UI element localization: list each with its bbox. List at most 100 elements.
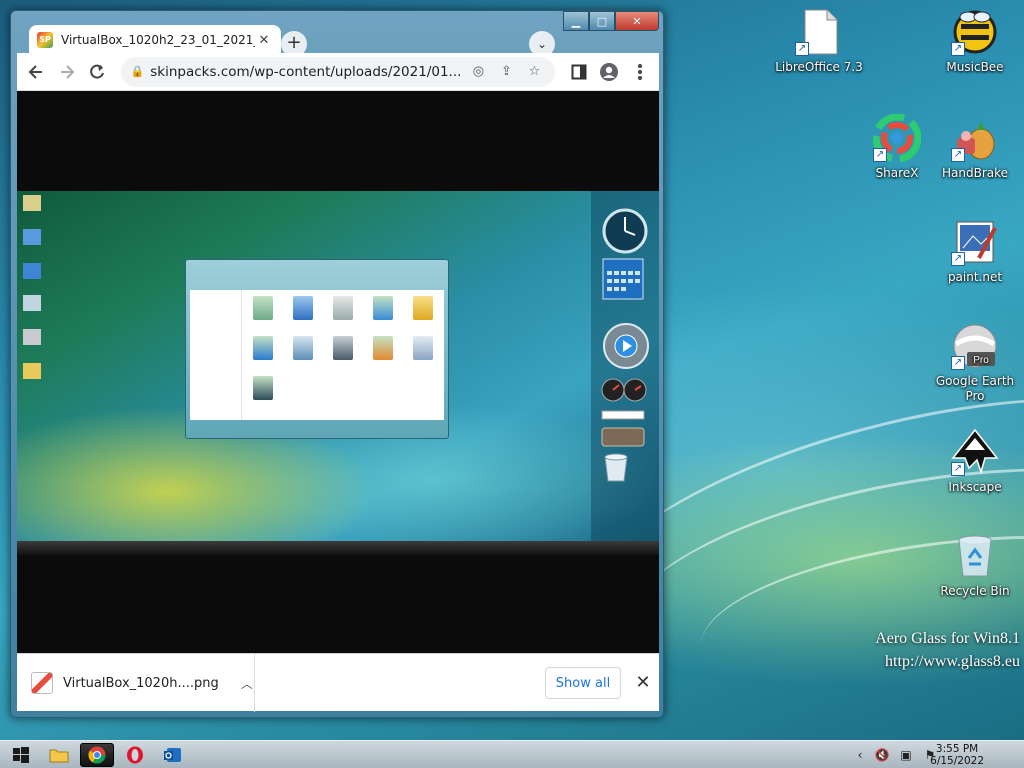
profile-button[interactable] [596, 57, 623, 87]
desktop-icon-paintnet[interactable]: ↗ paint.net [930, 218, 1020, 285]
skinpacks-favicon-icon: SP [37, 32, 53, 48]
recycle-bin-icon [951, 532, 999, 580]
reload-icon [90, 64, 105, 79]
google-earth-icon: Pro ↗ [951, 322, 999, 370]
taskbar-clock[interactable]: 3:55 PM 6/15/2022 [930, 743, 984, 767]
tab-strip: SP VirtualBox_1020h2_23_01_2021_1 ✕ + ⌄ [17, 19, 657, 57]
screenshot-recycle-bin-icon [604, 453, 628, 482]
shortcut-arrow-icon: ↗ [951, 148, 965, 162]
desktop-icon-label: paint.net [947, 270, 1003, 284]
download-file-name: VirtualBox_1020h....png [63, 675, 219, 691]
screenshot-folder-icon [248, 336, 278, 362]
sharex-icon: ↗ [872, 113, 922, 163]
musicbee-icon: ↗ [951, 8, 999, 56]
desktop-icon-recycle-bin[interactable]: Recycle Bin [930, 532, 1020, 599]
show-hidden-icons-chevron-icon[interactable]: ‹ [852, 747, 868, 763]
start-button[interactable] [4, 743, 38, 767]
arrow-right-icon [60, 64, 75, 79]
paintnet-icon: ↗ [951, 218, 999, 266]
screenshot-folder-icon [408, 336, 438, 362]
taskbar-chrome[interactable] [80, 743, 114, 767]
lock-icon: 🔒 [130, 65, 145, 78]
clock-date: 6/15/2022 [930, 755, 984, 767]
desktop-icon-musicbee[interactable]: ↗ MusicBee [930, 8, 1020, 75]
share-icon[interactable]: ⇪ [495, 64, 517, 79]
desktop-icon-label: Inkscape [948, 480, 1002, 494]
watermark-line1: Aero Glass for Win8.1 [875, 630, 1020, 647]
shortcut-arrow-icon: ↗ [951, 356, 965, 370]
inkscape-icon: ↗ [951, 428, 999, 476]
screenshot-explorer-body [190, 290, 444, 420]
screenshot-calendar-gadget-icon [602, 258, 644, 300]
screenshot-clock-gadget-icon [602, 208, 648, 254]
network-icon[interactable]: ▣ [898, 747, 914, 763]
reload-button[interactable] [84, 57, 111, 87]
screenshot-desktop-icon [23, 195, 41, 211]
tab-close-icon[interactable]: ✕ [255, 33, 273, 48]
screenshot-folder-icon [288, 336, 318, 362]
desktop-icon-libreoffice[interactable]: ↗ LibreOffice 7.3 [774, 8, 864, 75]
screenshot-folder-icon [248, 376, 278, 402]
desktop-icon-inkscape[interactable]: ↗ Inkscape [930, 428, 1020, 495]
image-file-icon [31, 672, 53, 694]
tab-title: VirtualBox_1020h2_23_01_2021_1 [61, 33, 255, 47]
downloads-bar: VirtualBox_1020h....png ︿ Show all ✕ [17, 653, 659, 712]
browser-window[interactable]: ▁ □ ✕ SP VirtualBox_1020h2_23_01_2021_1 … [10, 10, 664, 718]
windows-logo-icon [13, 747, 29, 763]
desktop-icon-label: HandBrake [941, 166, 1009, 180]
watermark-line2: http://www.glass8.eu [885, 653, 1020, 670]
star-icon[interactable]: ☆ [523, 64, 545, 79]
screenshot-folder-icon [368, 336, 398, 362]
menu-button[interactable] [626, 57, 653, 87]
taskbar: ‹ 🔇 ▣ ⚑ 3:55 PM 6/15/2022 [0, 740, 1024, 768]
screenshot-folder-icon [328, 336, 358, 362]
desktop-icon-label: ShareX [875, 166, 919, 180]
close-downloads-bar-icon[interactable]: ✕ [631, 668, 655, 698]
taskbar-outlook[interactable] [156, 743, 190, 767]
address-bar[interactable]: 🔒 skinpacks.com/wp-content/uploads/2021/… [120, 56, 556, 87]
screenshot-desktop-icon [23, 329, 41, 345]
opera-icon [127, 746, 143, 764]
mail-app-icon [164, 748, 181, 762]
screenshot-desktop-icon [23, 295, 41, 311]
forward-button[interactable] [54, 57, 81, 87]
desktop-icon-label: Recycle Bin [940, 584, 1010, 598]
kebab-menu-icon [637, 63, 642, 80]
browser-toolbar: 🔒 skinpacks.com/wp-content/uploads/2021/… [17, 53, 659, 91]
shortcut-arrow-icon: ↗ [951, 42, 965, 56]
show-all-button[interactable]: Show all [545, 667, 621, 699]
taskbar-file-explorer[interactable] [42, 743, 76, 767]
taskbar-opera[interactable] [118, 743, 152, 767]
desktop-icon-label: LibreOffice 7.3 [775, 60, 863, 74]
page-viewport[interactable] [17, 91, 659, 653]
desktop-icon-sharex[interactable]: ↗ ShareX [852, 113, 942, 181]
side-panel-button[interactable] [565, 57, 592, 87]
shortcut-arrow-icon: ↗ [951, 462, 965, 476]
screenshot-meter-gadget-icon [601, 378, 647, 402]
screenshot-taskbar [17, 541, 659, 555]
browser-tab[interactable]: SP VirtualBox_1020h2_23_01_2021_1 ✕ [29, 25, 281, 55]
screenshot-desktop-icon [23, 229, 41, 245]
handbrake-icon: ↗ [951, 114, 999, 162]
desktop-icon-label: MusicBee [946, 60, 1004, 74]
screenshot-gadget-sidebar [591, 191, 659, 541]
avatar-icon [600, 62, 619, 81]
screenshot-folder-icon [368, 296, 398, 322]
desktop-icon-handbrake[interactable]: ↗ HandBrake [930, 114, 1020, 181]
chrome-icon [88, 746, 106, 764]
url-text: skinpacks.com/wp-content/uploads/2021/01… [150, 63, 462, 80]
chevron-up-icon[interactable]: ︿ [241, 675, 253, 692]
eye-off-icon[interactable]: ◎ [467, 64, 489, 79]
screenshot-desktop-icon [23, 363, 41, 379]
desktop-icon-google-earth[interactable]: Pro ↗ Google Earth Pro [930, 322, 1020, 404]
volume-muted-icon[interactable]: 🔇 [874, 747, 890, 763]
clock-time: 3:55 PM [935, 743, 979, 755]
screenshot-folder-icon [288, 296, 318, 322]
download-item[interactable]: VirtualBox_1020h....png ︿ [17, 654, 255, 712]
screenshot-weather-gadget-icon [601, 427, 645, 447]
displayed-screenshot-image [17, 191, 659, 555]
svg-text:Pro: Pro [973, 355, 989, 366]
back-button[interactable] [23, 57, 50, 87]
side-panel-icon [571, 64, 587, 79]
screenshot-explorer-nav [190, 290, 242, 420]
